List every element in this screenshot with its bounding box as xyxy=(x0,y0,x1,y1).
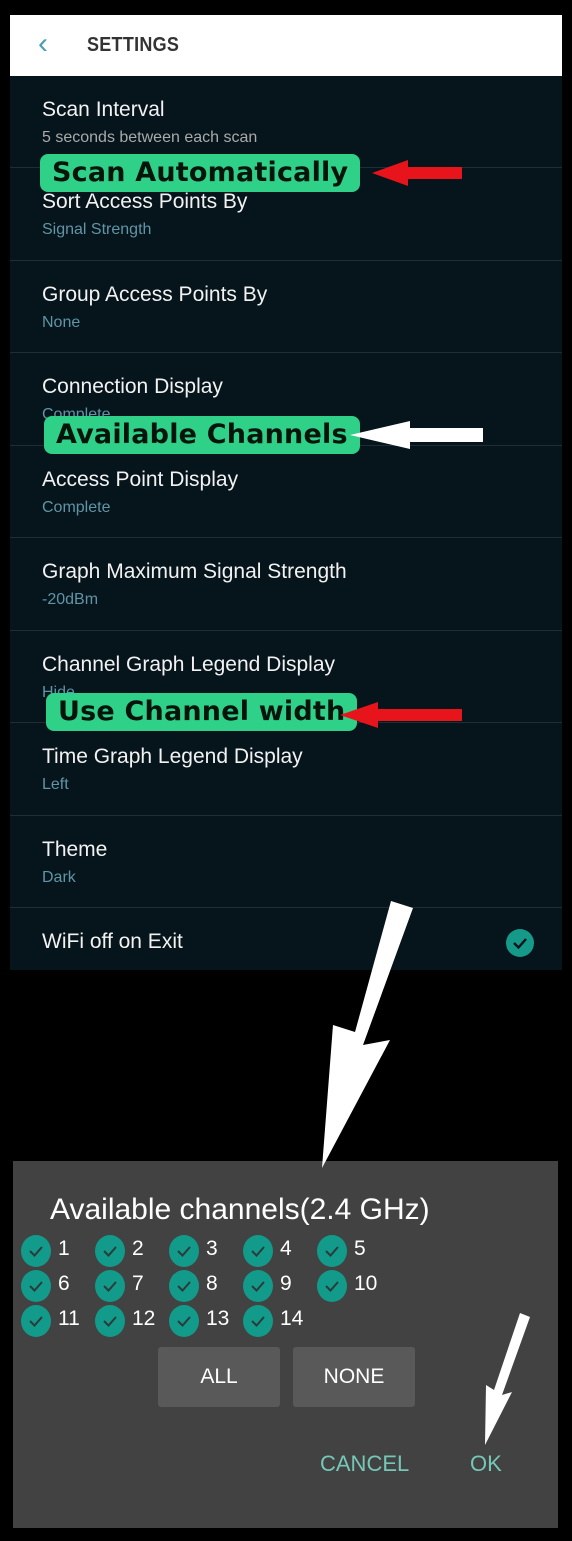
red-arrow-icon xyxy=(372,160,462,186)
large-white-arrow-icon xyxy=(322,901,413,1168)
annotation-arrows xyxy=(322,160,530,1445)
white-arrow-icon xyxy=(350,421,483,449)
red-arrow-icon xyxy=(340,702,462,728)
small-white-arrow-icon xyxy=(485,1313,530,1445)
